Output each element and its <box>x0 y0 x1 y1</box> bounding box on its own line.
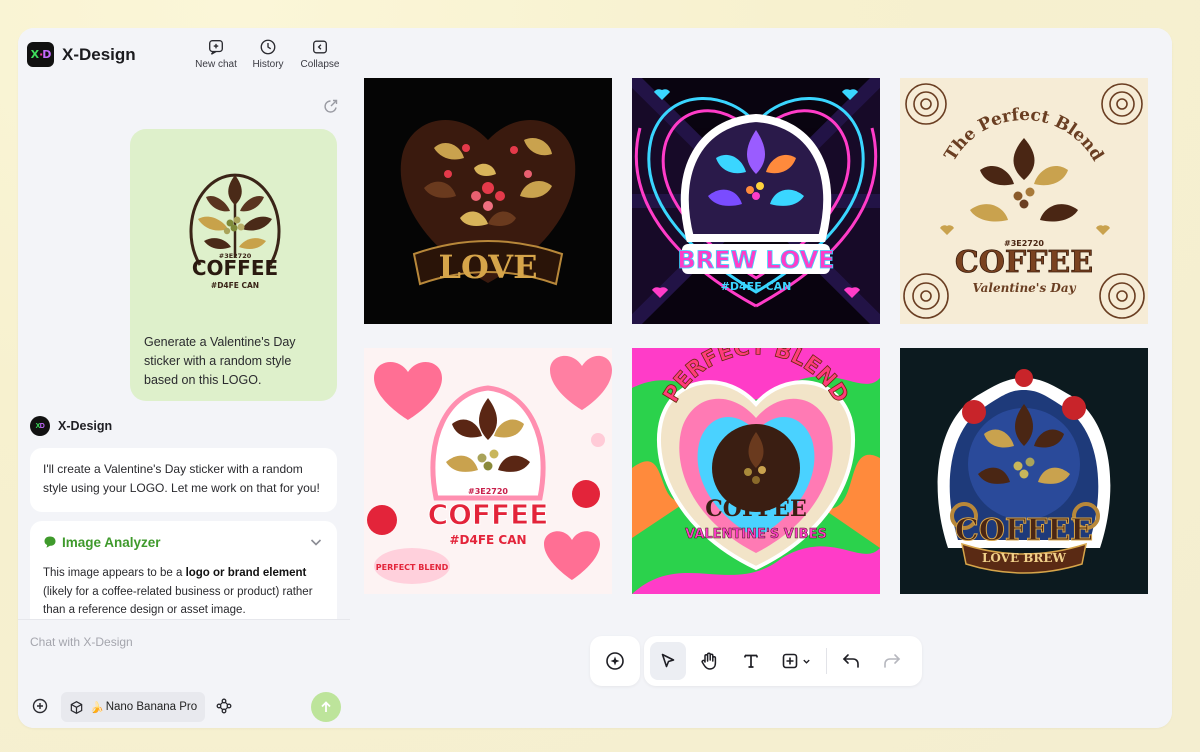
add-element-button[interactable] <box>775 642 818 680</box>
generated-image-3[interactable]: The Perfect Blend #3E2720 COFFEE Valenti… <box>900 78 1148 324</box>
text-icon <box>744 654 758 668</box>
history-button[interactable]: History <box>246 38 290 70</box>
generated-image-4[interactable]: #3E2720 COFFEE #D4FE CAN PERFECT BLEND <box>364 348 612 594</box>
image-1-label: LOVE <box>438 248 537 286</box>
arrow-up-icon <box>321 701 331 712</box>
app-window: X·D X-Design New chat History Collapse <box>18 28 1172 728</box>
select-icon <box>661 653 675 668</box>
toolbar-divider <box>825 648 827 674</box>
brand[interactable]: X · D X-Design <box>27 42 136 67</box>
add-shape-icon <box>783 653 798 669</box>
new-chat-label: New chat <box>195 59 237 70</box>
redo-icon <box>884 654 901 668</box>
assistant-name: X-Design <box>58 419 113 433</box>
model-label: Nano Banana Pro <box>105 701 198 713</box>
ai-magic-button[interactable] <box>590 636 640 686</box>
banana-emoji: 🍌 <box>90 701 104 714</box>
collapse-icon <box>313 40 327 54</box>
ai-magic-icon <box>606 652 624 670</box>
assistant-message: I'll create a Valentine's Day sticker wi… <box>30 448 337 512</box>
canvas-toolbar <box>644 636 922 686</box>
image-4-tag: PERFECT BLEND <box>376 563 449 572</box>
user-message-text: Generate a Valentine's Day sticker with … <box>144 335 296 387</box>
image-2-sub: #D4FE CAN <box>721 280 792 293</box>
coffee-logo-attachment[interactable]: #3E2720 COFFEE #D4FE CAN <box>176 157 294 297</box>
image-4-label: COFFEE <box>428 498 549 531</box>
text-tool-button[interactable] <box>733 642 769 680</box>
workflow-icon[interactable] <box>216 698 232 714</box>
collapse-label: Collapse <box>300 59 340 70</box>
canvas[interactable]: LOVE #3E2720 BREW LOVE #D4FE CAN The Per… <box>350 28 1172 728</box>
assistant-avatar: XD <box>30 416 50 436</box>
undo-button[interactable] <box>833 642 869 680</box>
image-3-sub: Valentine's Day <box>972 281 1076 295</box>
send-button[interactable] <box>311 692 341 722</box>
history-label: History <box>252 59 284 70</box>
image-3-label: COFFEE <box>955 245 1093 280</box>
undo-icon <box>842 654 859 668</box>
image-analyzer-title: Image Analyzer <box>62 534 161 550</box>
image-2-code: #3E2720 <box>736 234 776 243</box>
hand-tool-button[interactable] <box>692 642 728 680</box>
image-4-code: #3E2720 <box>468 487 508 496</box>
collapse-button[interactable]: Collapse <box>298 38 342 70</box>
assistant-header: XD X-Design <box>30 416 112 436</box>
attachment-subtitle: #D4FE CAN <box>211 281 259 290</box>
chevron-down-icon <box>803 659 811 664</box>
new-chat-icon <box>209 40 223 55</box>
image-5-label: COFFEE <box>705 496 806 522</box>
new-chat-button[interactable]: New chat <box>194 38 238 70</box>
header-actions: New chat History Collapse <box>194 38 342 70</box>
image-2-label: BREW LOVE <box>677 246 834 274</box>
attachment-title: COFFEE <box>192 256 278 280</box>
add-attachment-icon[interactable] <box>32 698 48 714</box>
model-selector[interactable]: 🍌 Nano Banana Pro <box>61 692 206 722</box>
share-icon[interactable] <box>323 98 339 114</box>
image-6-label: COFFEE <box>955 513 1093 548</box>
chat-input[interactable] <box>30 632 330 652</box>
clock-icon <box>260 39 276 55</box>
image-analyzer-panel: Image Analyzer This image appears to be … <box>30 521 337 631</box>
user-message: #3E2720 COFFEE #D4FE CAN Generate a Vale… <box>130 129 337 401</box>
hand-icon <box>701 652 717 670</box>
chat-bubble-icon <box>44 536 56 548</box>
redo-button[interactable] <box>874 642 910 680</box>
chat-sidebar: X·D X-Design New chat History Collapse <box>18 28 350 728</box>
select-tool-button[interactable] <box>650 642 686 680</box>
brand-logo: X · D <box>27 42 54 67</box>
generated-image-6[interactable]: COFFEE LOVE BREW <box>900 348 1148 594</box>
image-analyzer-header[interactable]: Image Analyzer <box>43 534 324 550</box>
image-5-sub: VALENTINE'S VIBES <box>685 527 827 542</box>
image-4-sub: #D4FE CAN <box>449 533 526 547</box>
generated-image-1[interactable]: LOVE <box>364 78 612 324</box>
chat-composer: 🍌 Nano Banana Pro <box>18 619 350 728</box>
image-analyzer-body: This image appears to be a logo or brand… <box>43 567 313 616</box>
image-6-sub: LOVE BREW <box>982 551 1067 565</box>
brand-name: X-Design <box>62 44 136 64</box>
chevron-down-icon[interactable] <box>308 534 324 550</box>
generated-image-2[interactable]: #3E2720 BREW LOVE #D4FE CAN <box>632 78 880 324</box>
generated-image-5[interactable]: PERFECT BLEND COFFEE VALENTINE'S VIBES <box>632 348 880 594</box>
cube-icon <box>70 700 83 714</box>
